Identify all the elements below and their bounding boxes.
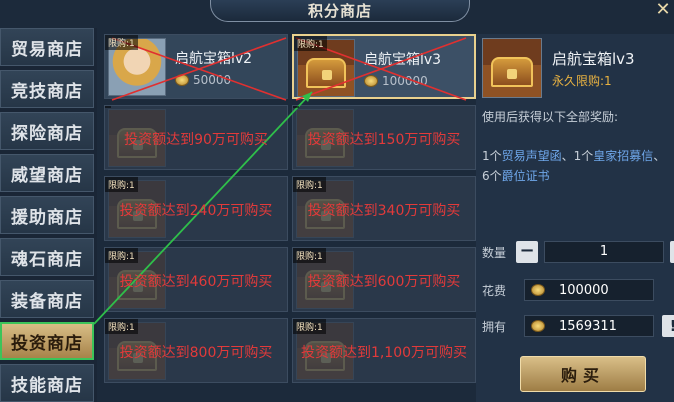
unlock-requirement: 投资额达到600万可购买 [307,274,461,290]
sidebar-item-prestige[interactable]: 威望商店 [0,154,94,192]
coin-icon [175,74,189,86]
reward-item-trade-letter[interactable]: 贸易声望函 [502,149,562,163]
limit-badge: 限购:1 [294,36,327,51]
coin-icon [531,284,545,296]
sidebar-item-label: 装备商店 [11,291,83,312]
coin-icon [531,320,545,332]
quantity-plus-button[interactable]: + [670,241,674,263]
cost-value-box: 100000 [524,279,654,301]
reward-text: 、 [653,149,666,163]
unlock-requirement: 投资额达到340万可购买 [307,203,461,219]
detail-item-name: 启航宝箱lv3 [552,50,635,68]
sidebar-item-arena[interactable]: 竞技商店 [0,70,94,108]
shop-title-text: 积分商店 [307,2,372,20]
item-price-value: 100000 [382,74,428,88]
detail-description-title: 使用后获得以下全部奖励: [482,110,619,124]
item-name: 启航宝箱lv2 [175,51,253,67]
limit-badge: 限购:1 [293,319,326,334]
unlock-requirement: 投资额达到1,100万可购买 [300,345,468,361]
quantity-label: 数量 [482,245,507,260]
sidebar-item-explore[interactable]: 探险商店 [0,112,94,150]
sidebar-item-label: 探险商店 [11,123,83,144]
sidebar-item-trade[interactable]: 贸易商店 [0,28,94,66]
sidebar-item-label: 贸易商店 [11,39,83,60]
limit-badge: 限购:1 [293,248,326,263]
reward-text: 6个 [482,169,502,183]
owned-row: 拥有 1569311 ! [482,314,674,338]
shop-item-card[interactable]: 限购:1 启航宝箱lv2 50000 [104,34,288,99]
info-button[interactable]: ! [662,315,674,337]
sidebar-item-soulstone[interactable]: 魂石商店 [0,238,94,276]
sidebar-item-label: 威望商店 [11,165,83,186]
shop-item-card[interactable]: 投资额达到150万可购买 [292,105,476,170]
shop-title: 积分商店 [210,0,470,22]
shop-item-card[interactable]: 限购:1 投资额达到460万可购买 [104,247,288,312]
sidebar-item-label: 魂石商店 [11,249,83,270]
unlock-requirement: 投资额达到150万可购买 [307,132,461,148]
sidebar-item-aid[interactable]: 援助商店 [0,196,94,234]
sidebar-item-label: 技能商店 [11,375,83,396]
limit-badge: 限购:1 [293,177,326,192]
limit-badge: 限购:1 [105,177,138,192]
shop-item-card[interactable]: 限购:1 投资额达到600万可购买 [292,247,476,312]
detail-chest-icon [482,38,542,98]
quantity-row: 数量 − 1 + [482,240,674,264]
close-icon[interactable]: ✕ [652,0,674,22]
shop-item-card[interactable]: 限购:1 投资额达到240万可购买 [104,176,288,241]
quantity-minus-button[interactable]: − [516,241,538,263]
shop-item-card[interactable]: 限购:1 投资额达到800万可购买 [104,318,288,383]
sidebar-item-label: 援助商店 [11,207,83,228]
sidebar-item-label: 竞技商店 [11,81,83,102]
unlock-requirement: 投资额达到800万可购买 [119,345,273,361]
reward-item-royal-recruit[interactable]: 皇家招募信 [593,149,653,163]
limit-badge: 限购:1 [105,35,138,50]
sidebar-item-equipment[interactable]: 装备商店 [0,280,94,318]
detail-limit: 永久限购:1 [552,74,612,88]
reward-item-title-certificate[interactable]: 爵位证书 [502,169,550,183]
cost-label: 花费 [482,283,507,298]
reward-text: 、1个 [561,149,594,163]
limit-badge [105,106,111,108]
item-name: 启航宝箱lv3 [364,52,442,68]
item-price: 100000 [364,74,428,88]
reward-text: 1个 [482,149,502,163]
limit-badge [293,106,299,108]
item-price: 50000 [175,73,231,87]
item-grid: 限购:1 启航宝箱lv2 50000 限购:1 启航宝箱lv3 100000 投资额达到90… [104,34,476,402]
limit-badge: 限购:1 [105,319,138,334]
cost-row: 花费 100000 [482,278,654,302]
shop-item-card[interactable]: 限购:1 投资额达到340万可购买 [292,176,476,241]
reward-list: 1个贸易声望函、1个皇家招募信、 6个爵位证书 [482,146,674,186]
item-detail-panel: 启航宝箱lv3 永久限购:1 使用后获得以下全部奖励: 1个贸易声望函、1个皇家… [476,34,674,402]
unlock-requirement: 投资额达到460万可购买 [119,274,273,290]
sidebar-item-label: 投资商店 [11,333,83,354]
unlock-requirement: 投资额达到240万可购买 [119,203,273,219]
owned-value-box: 1569311 [524,315,654,337]
sidebar-item-invest[interactable]: 投资商店 [0,322,94,360]
shop-item-card[interactable]: 限购:1 启航宝箱lv3 100000 [292,34,476,99]
owned-value: 1569311 [559,318,617,334]
shop-item-card[interactable]: 限购:1 投资额达到1,100万可购买 [292,318,476,383]
buy-button[interactable]: 购买 [520,356,646,392]
owned-label: 拥有 [482,319,507,334]
shop-sidebar: 贸易商店竞技商店探险商店威望商店援助商店魂石商店装备商店投资商店技能商店 [0,28,97,402]
coin-icon [364,75,378,87]
limit-badge: 限购:1 [105,248,138,263]
cost-value: 100000 [559,282,609,298]
shop-item-card[interactable]: 投资额达到90万可购买 [104,105,288,170]
item-price-value: 50000 [193,73,232,87]
quantity-field[interactable]: 1 [544,241,664,263]
sidebar-item-skill[interactable]: 技能商店 [0,364,94,402]
unlock-requirement: 投资额达到90万可购买 [124,132,268,148]
